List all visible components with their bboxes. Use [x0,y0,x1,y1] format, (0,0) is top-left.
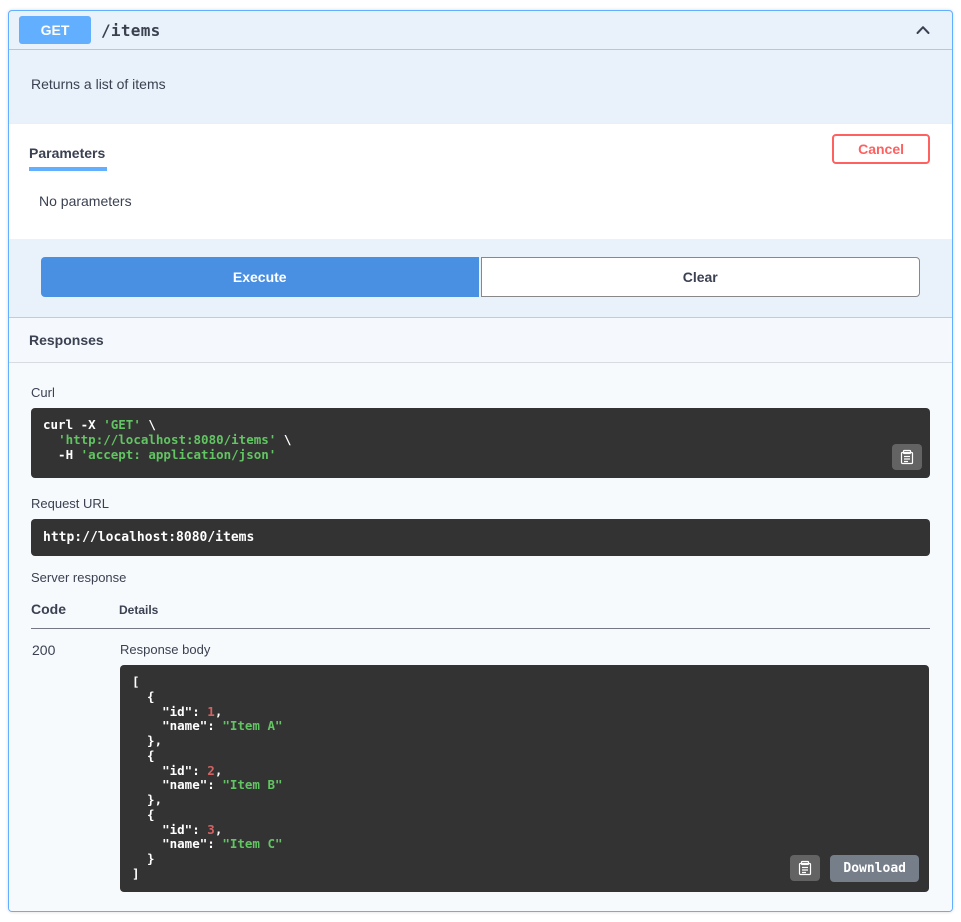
code-line: { [132,690,917,705]
server-response-label: Server response [31,570,930,585]
code-line: "name": "Item A" [132,719,917,734]
code-line: "id": 3, [132,823,917,838]
code-line: "name": "Item B" [132,778,917,793]
code-line: 'http://localhost:8080/items' \ [43,433,918,448]
cancel-button[interactable]: Cancel [832,134,930,164]
execute-wrapper: Execute Clear [9,239,952,317]
code-line: "id": 2, [132,764,917,779]
method-badge: GET [19,16,91,44]
response-status-code: 200 [31,629,119,907]
opblock-summary[interactable]: GET /items [9,11,952,50]
details-column-header: Details [119,593,930,629]
code-line: [ [132,675,917,690]
response-details-cell: Response body [ { "id": 1, "name": "Item… [119,629,930,907]
responses-title: Responses [29,332,104,348]
responses-wrapper: Curl curl -X 'GET' \ 'http://localhost:8… [9,363,952,911]
code-line: }, [132,734,917,749]
server-response-table: Code Details 200 Response body [ { "id":… [31,593,930,907]
parameters-section-header: Parameters Cancel [9,124,952,171]
curl-label: Curl [31,385,930,400]
code-line: curl -X 'GET' \ [43,418,918,433]
response-body-label: Response body [120,642,929,657]
opblock-get-items: GET /items Returns a list of items Param… [8,10,953,912]
request-url-value: http://localhost:8080/items [31,519,930,556]
code-line: { [132,808,917,823]
response-controls: Download [790,855,919,882]
responses-section-header: Responses [9,317,952,363]
no-parameters-message: No parameters [9,171,952,239]
code-line: -H 'accept: application/json' [43,448,918,463]
endpoint-path[interactable]: /items [101,21,161,40]
code-line: { [132,749,917,764]
clipboard-icon [797,860,813,876]
endpoint-description: Returns a list of items [9,50,952,124]
response-body-code: [ { "id": 1, "name": "Item A" }, { "id":… [132,675,917,882]
curl-command: curl -X 'GET' \ 'http://localhost:8080/i… [31,408,930,478]
copy-response-button[interactable] [790,855,820,881]
collapse-button[interactable] [899,16,947,44]
request-url-label: Request URL [31,496,930,511]
clipboard-icon [899,449,915,465]
execute-button[interactable]: Execute [41,257,479,297]
code-column-header: Code [31,593,119,629]
download-button[interactable]: Download [830,855,919,882]
response-body: [ { "id": 1, "name": "Item A" }, { "id":… [120,665,929,892]
response-row: 200 Response body [ { "id": 1, "name": "… [31,629,930,907]
swagger-ui: GET /items Returns a list of items Param… [0,0,961,922]
tab-parameters[interactable]: Parameters [29,133,107,171]
clear-button[interactable]: Clear [481,257,921,297]
code-line: "name": "Item C" [132,837,917,852]
curl-code: curl -X 'GET' \ 'http://localhost:8080/i… [43,418,918,462]
copy-curl-button[interactable] [892,444,922,470]
code-line: "id": 1, [132,705,917,720]
code-line: }, [132,793,917,808]
chevron-up-icon [913,20,933,40]
